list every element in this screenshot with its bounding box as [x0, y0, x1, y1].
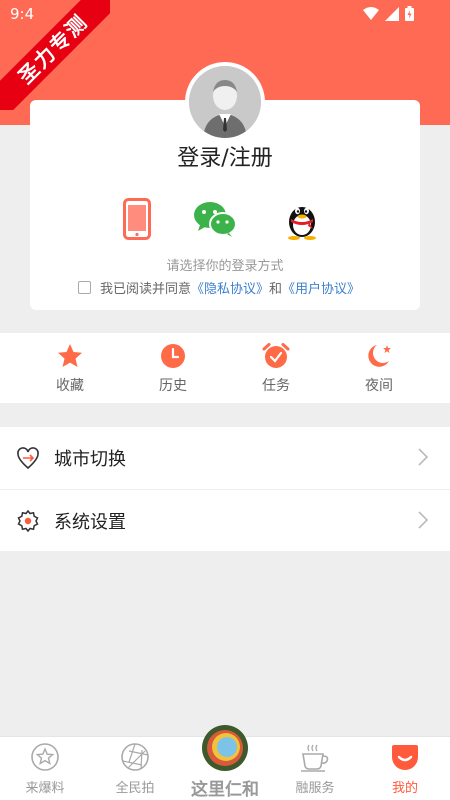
agreement-and: 和: [269, 282, 283, 297]
tab-snapshot[interactable]: 全民拍: [100, 741, 170, 796]
menu-label-system-settings: 系统设置: [54, 511, 126, 533]
chevron-right-icon: [418, 511, 428, 529]
tab-label-snapshot: 全民拍: [115, 781, 155, 796]
quick-label-favorites: 收藏: [56, 378, 84, 394]
logo-icon: [202, 725, 248, 771]
phone-icon: [123, 198, 151, 240]
quick-item-favorites[interactable]: 收藏: [40, 343, 100, 395]
status-icons: [363, 6, 414, 21]
avatar[interactable]: [185, 62, 265, 142]
tab-services[interactable]: 融服务: [280, 741, 350, 796]
tab-label-report: 来爆料: [25, 781, 65, 796]
test-ribbon: 圣力专测: [0, 0, 110, 110]
user-agreement-link[interactable]: 《用户协议》: [282, 278, 360, 297]
qq-login-button[interactable]: [280, 197, 324, 241]
menu-item-system-settings[interactable]: 系统设置: [0, 489, 450, 551]
chevron-right-icon: [418, 448, 428, 466]
quick-item-history[interactable]: 历史: [143, 343, 203, 395]
city-switch-icon: [17, 447, 39, 470]
quick-label-night-mode: 夜间: [365, 378, 393, 394]
login-methods: [0, 197, 450, 241]
profile-icon: [392, 745, 418, 770]
agreement-checkbox[interactable]: [78, 281, 91, 294]
ribbon-text: 圣力专测: [0, 0, 110, 110]
quick-label-tasks: 任务: [262, 378, 290, 394]
bottom-tab-bar: 来爆料 全民拍 这里仁和 融服务 我的: [0, 725, 450, 800]
tab-label-home: 这里仁和: [191, 780, 259, 800]
moon-icon: [368, 345, 391, 367]
aperture-icon: [121, 743, 149, 771]
login-title[interactable]: 登录/注册: [0, 140, 450, 172]
wechat-icon: [194, 202, 237, 237]
qq-icon: [288, 207, 316, 240]
star-badge-icon: [31, 743, 59, 771]
privacy-policy-link[interactable]: 《隐私协议》: [191, 278, 269, 297]
tab-label-mine: 我的: [391, 781, 418, 796]
tab-label-services: 融服务: [295, 781, 335, 796]
quick-item-tasks[interactable]: 任务: [246, 343, 306, 395]
tab-mine[interactable]: 我的: [370, 741, 440, 796]
phone-login-button[interactable]: [115, 197, 159, 241]
clock-icon: [161, 344, 185, 368]
default-avatar-icon: [189, 66, 261, 138]
login-hint: 请选择你的登录方式: [166, 259, 284, 274]
coffee-icon: [301, 744, 329, 772]
wifi-icon: [363, 6, 379, 20]
agreement-row: 我已阅读并同意 《隐私协议》 和 《用户协议》: [78, 278, 360, 297]
quick-label-history: 历史: [159, 378, 187, 394]
wechat-login-button[interactable]: [193, 197, 237, 241]
battery-icon: [405, 6, 414, 21]
tab-home[interactable]: 这里仁和: [180, 723, 270, 800]
agreement-text: 我已阅读并同意: [100, 282, 192, 297]
menu-item-city-switch[interactable]: 城市切换: [0, 427, 450, 489]
signal-icon: [385, 6, 399, 21]
menu-label-city-switch: 城市切换: [54, 449, 126, 470]
settings-icon: [17, 509, 39, 532]
tab-report[interactable]: 来爆料: [10, 741, 80, 796]
alarm-icon: [262, 343, 290, 368]
star-icon: [58, 344, 82, 367]
quick-item-night-mode[interactable]: 夜间: [349, 343, 409, 395]
quick-actions: 收藏 历史 任务 夜间: [0, 333, 450, 403]
settings-menu: 城市切换 系统设置: [0, 427, 450, 551]
